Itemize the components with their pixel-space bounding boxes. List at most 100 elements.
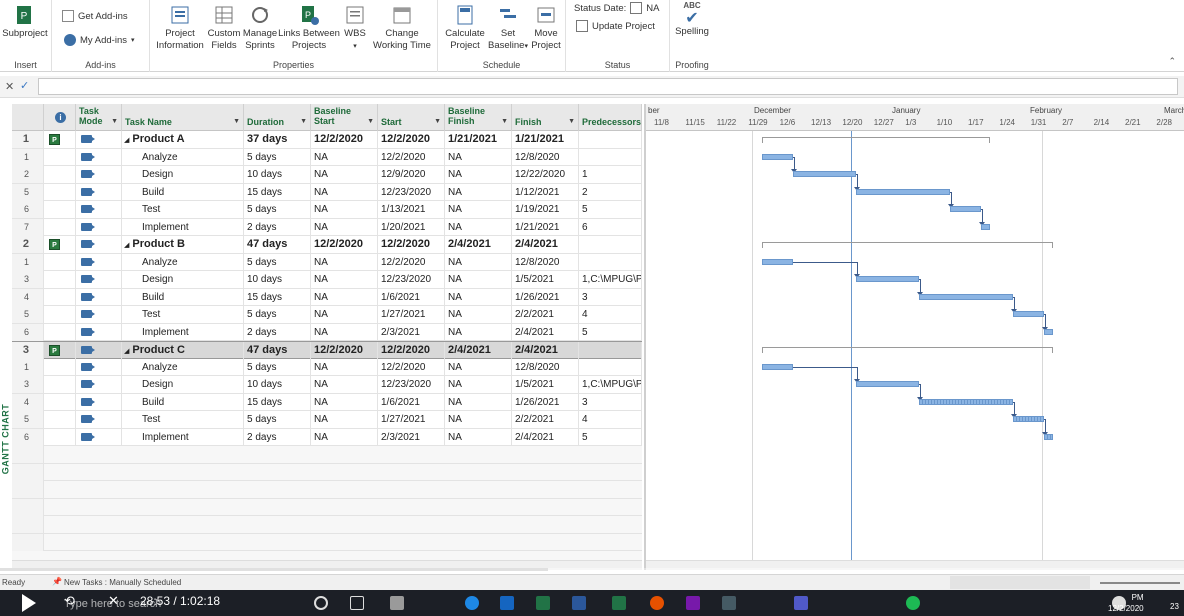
task-mode-cell[interactable] (76, 201, 122, 218)
wbs-button[interactable]: WBS ▾ (340, 4, 370, 53)
duration-cell[interactable]: 15 days (244, 288, 311, 306)
baseline-finish-cell[interactable]: 2/4/2021 (445, 236, 512, 253)
accept-entry-icon[interactable]: ✓ (20, 79, 29, 92)
header-task-mode[interactable]: Task Mode ▼ (76, 104, 122, 131)
summary-task-row[interactable]: 3 P ◢ Product C 47 days 12/2/2020 12/2/2020 2/4… (12, 341, 642, 359)
task-row[interactable]: 3 Design 10 days NA 12/23/2020 NA 1/5/2021 1,C:… (12, 376, 642, 394)
predecessors-cell[interactable]: 4 (579, 306, 642, 323)
header-duration[interactable]: Duration ▼ (244, 104, 311, 131)
header-task-name[interactable]: Task Name ▼ (122, 104, 244, 131)
task-bar[interactable] (981, 223, 991, 230)
edge-icon[interactable] (465, 596, 479, 610)
finish-cell[interactable]: 1/12/2021 (512, 183, 579, 201)
task-bar[interactable] (918, 293, 1013, 300)
task-mode-cell[interactable] (76, 306, 122, 323)
predecessors-cell[interactable] (579, 358, 642, 376)
predecessors-cell[interactable]: 6 (579, 218, 642, 236)
baseline-start-cell[interactable]: 12/2/2020 (311, 342, 378, 359)
baseline-finish-cell[interactable]: NA (445, 376, 512, 393)
duration-cell[interactable]: 47 days (244, 342, 311, 359)
task-name-cell[interactable]: Analyze (122, 253, 244, 271)
task-row[interactable]: 5 Test 5 days NA 1/27/2021 NA 2/2/2021 4 (12, 306, 642, 324)
finish-cell[interactable]: 2/2/2021 (512, 411, 579, 428)
task-mode-cell[interactable] (76, 323, 122, 341)
indicator-cell[interactable] (44, 201, 76, 218)
task-mode-cell[interactable] (76, 253, 122, 271)
task-bar[interactable] (855, 276, 919, 282)
task-row[interactable]: 4 Build 15 days NA 1/6/2021 NA 1/26/2021 3 (12, 393, 642, 411)
task-name-cell[interactable]: Design (122, 376, 244, 393)
predecessors-cell[interactable]: 5 (579, 323, 642, 341)
indicator-cell[interactable] (44, 358, 76, 376)
start-cell[interactable]: 12/23/2020 (378, 271, 445, 288)
finish-cell[interactable]: 1/5/2021 (512, 376, 579, 393)
row-id-cell[interactable]: 5 (12, 183, 44, 201)
baseline-finish-cell[interactable]: NA (445, 218, 512, 236)
task-name-cell[interactable]: ◢ Product A (122, 131, 244, 148)
finish-cell[interactable]: 2/4/2021 (512, 342, 579, 359)
baseline-finish-cell[interactable]: NA (445, 253, 512, 271)
subproject-button[interactable]: P Subproject (2, 4, 48, 40)
indicator-cell[interactable] (44, 393, 76, 411)
task-bar[interactable] (918, 398, 1013, 405)
row-id-cell[interactable]: 1 (12, 131, 44, 148)
header-predecessors[interactable]: Predecessors (579, 104, 642, 131)
project-app-icon[interactable] (536, 596, 550, 610)
finish-cell[interactable]: 1/26/2021 (512, 393, 579, 411)
start-cell[interactable]: 12/23/2020 (378, 183, 445, 201)
task-mode-cell[interactable] (76, 376, 122, 393)
task-row[interactable]: 5 Test 5 days NA 1/27/2021 NA 2/2/2021 4 (12, 411, 642, 429)
task-mode-status[interactable]: New Tasks : Manually Scheduled (64, 578, 181, 587)
baseline-finish-cell[interactable]: NA (445, 428, 512, 446)
mail-icon[interactable] (722, 596, 736, 610)
start-cell[interactable]: 1/13/2021 (378, 201, 445, 218)
task-name-cell[interactable]: ◢ Product B (122, 236, 244, 253)
baseline-start-cell[interactable]: NA (311, 218, 378, 236)
zoom-slider[interactable] (1100, 582, 1180, 584)
task-row[interactable]: 6 Implement 2 days NA 2/3/2021 NA 2/4/2021 5 (12, 428, 642, 446)
task-mode-cell[interactable] (76, 271, 122, 288)
summary-task-row[interactable]: 1 P ◢ Product A 37 days 12/2/2020 12/2/2020 1/2… (12, 131, 642, 149)
task-name-cell[interactable]: Build (122, 393, 244, 411)
indicator-cell[interactable] (44, 253, 76, 271)
view-shortcuts[interactable] (950, 576, 1090, 589)
predecessors-cell[interactable]: 1 (579, 166, 642, 183)
taskbar-search[interactable]: Type here to search (64, 598, 161, 610)
start-cell[interactable]: 12/23/2020 (378, 376, 445, 393)
baseline-finish-cell[interactable]: NA (445, 201, 512, 218)
predecessors-cell[interactable]: 3 (579, 393, 642, 411)
indicator-cell[interactable]: P (44, 342, 76, 359)
video-progress-bar[interactable] (0, 568, 1184, 571)
finish-cell[interactable]: 12/8/2020 (512, 358, 579, 376)
header-info[interactable]: i (44, 104, 76, 131)
indicator-cell[interactable]: P (44, 236, 76, 253)
task-row[interactable]: 6 Implement 2 days NA 2/3/2021 NA 2/4/2021 5 (12, 323, 642, 341)
predecessors-cell[interactable] (579, 236, 642, 253)
custom-fields-button[interactable]: Custom Fields (206, 4, 242, 52)
row-id-cell[interactable]: 3 (12, 376, 44, 393)
duration-cell[interactable]: 5 days (244, 253, 311, 271)
task-name-cell[interactable]: Analyze (122, 148, 244, 166)
move-project-button[interactable]: Move Project (528, 4, 564, 52)
finish-cell[interactable]: 1/19/2021 (512, 201, 579, 218)
task-bar[interactable] (1044, 328, 1054, 335)
start-cell[interactable]: 2/3/2021 (378, 428, 445, 446)
task-bar[interactable] (793, 171, 856, 177)
task-row[interactable]: 4 Build 15 days NA 1/6/2021 NA 1/26/2021 3 (12, 288, 642, 306)
entry-input[interactable] (38, 78, 1178, 95)
word-icon[interactable] (572, 596, 586, 610)
indicator-cell[interactable] (44, 271, 76, 288)
duration-cell[interactable]: 2 days (244, 323, 311, 341)
collapse-triangle-icon[interactable]: ◢ (124, 348, 129, 355)
duration-cell[interactable]: 10 days (244, 376, 311, 393)
row-id-cell[interactable]: 4 (12, 393, 44, 411)
header-baseline-finish[interactable]: Baseline Finish ▼ (445, 104, 512, 131)
task-name-cell[interactable]: Design (122, 166, 244, 183)
header-baseline-start[interactable]: Baseline Start ▼ (311, 104, 378, 131)
finish-cell[interactable]: 2/2/2021 (512, 306, 579, 323)
empty-row[interactable] (12, 481, 642, 499)
start-cell[interactable]: 1/20/2021 (378, 218, 445, 236)
empty-row[interactable] (12, 498, 642, 516)
row-id-cell[interactable] (12, 463, 44, 481)
task-name-cell[interactable]: Implement (122, 323, 244, 341)
